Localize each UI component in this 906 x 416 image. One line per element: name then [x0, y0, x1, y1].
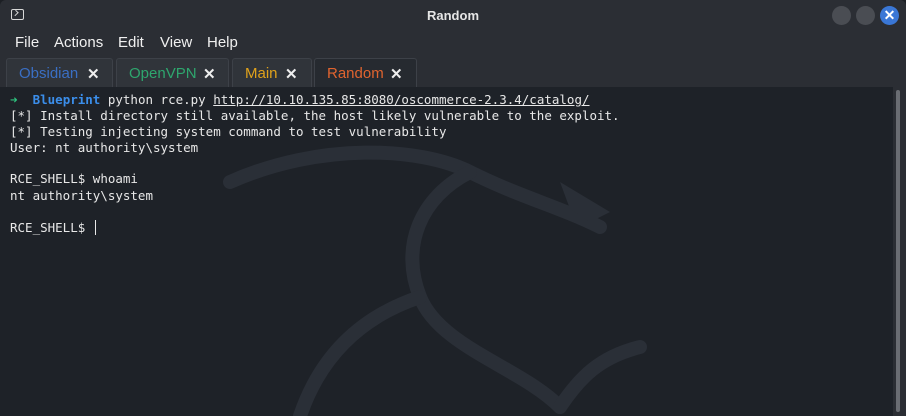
tab-close-icon[interactable]: ✕ — [87, 65, 100, 83]
output-line: [*] Testing injecting system command to … — [10, 124, 447, 139]
menu-file[interactable]: File — [15, 34, 39, 51]
command-url[interactable]: http://10.10.135.85:8080/oscommerce-2.3.… — [213, 92, 589, 107]
prompt-line: ➜ Blueprint python rce.py http://10.10.1… — [10, 92, 590, 107]
tab-close-icon[interactable]: ✕ — [285, 65, 298, 83]
scrollbar-thumb[interactable] — [896, 90, 900, 412]
shell-prompt: RCE_SHELL$ — [10, 171, 93, 186]
tab-label: OpenVPN — [129, 65, 197, 82]
tab-obsidian[interactable]: Obsidian ✕ — [6, 58, 113, 87]
tab-close-icon[interactable]: ✕ — [203, 65, 216, 83]
tab-label: Obsidian — [19, 65, 79, 82]
window-title: Random — [427, 8, 479, 23]
menu-help[interactable]: Help — [207, 34, 238, 51]
tab-label: Main — [245, 65, 278, 82]
title-bar[interactable]: Random ✕ — [0, 0, 906, 32]
terminal-window: Random ✕ File Actions Edit View Help Obs… — [0, 0, 906, 416]
tab-close-icon[interactable]: ✕ — [390, 65, 403, 83]
minimize-button[interactable] — [832, 6, 851, 25]
menu-view[interactable]: View — [160, 34, 192, 51]
shell-output-line: nt authority\system — [10, 188, 153, 203]
shell-command: whoami — [92, 171, 138, 186]
menu-bar: File Actions Edit View Help — [0, 32, 906, 56]
close-icon: ✕ — [883, 7, 896, 23]
prompt-arrow-icon: ➜ — [10, 92, 18, 107]
current-shell-prompt: RCE_SHELL$ — [10, 220, 93, 235]
maximize-button[interactable] — [856, 6, 875, 25]
shell-command-line: RCE_SHELL$ whoami — [10, 171, 138, 186]
menu-edit[interactable]: Edit — [118, 34, 144, 51]
tab-openvpn[interactable]: OpenVPN ✕ — [116, 58, 229, 87]
tab-label: Random — [327, 65, 384, 82]
terminal-output[interactable]: ➜ Blueprint python rce.py http://10.10.1… — [0, 87, 893, 416]
vertical-scrollbar[interactable] — [893, 87, 906, 416]
tab-random[interactable]: Random ✕ — [314, 58, 417, 88]
menu-actions[interactable]: Actions — [54, 34, 103, 51]
close-window-button[interactable]: ✕ — [880, 6, 899, 25]
output-line: [*] Install directory still available, t… — [10, 108, 620, 123]
prompt-directory: Blueprint — [32, 92, 101, 107]
current-prompt-line[interactable]: RCE_SHELL$ — [10, 220, 96, 235]
tab-bar: Obsidian ✕ OpenVPN ✕ Main ✕ Random ✕ — [0, 56, 906, 88]
text-cursor — [94, 220, 96, 235]
tab-main[interactable]: Main ✕ — [232, 58, 312, 87]
command-text: python rce.py — [107, 92, 214, 107]
output-line: User: nt authority\system — [10, 140, 199, 155]
